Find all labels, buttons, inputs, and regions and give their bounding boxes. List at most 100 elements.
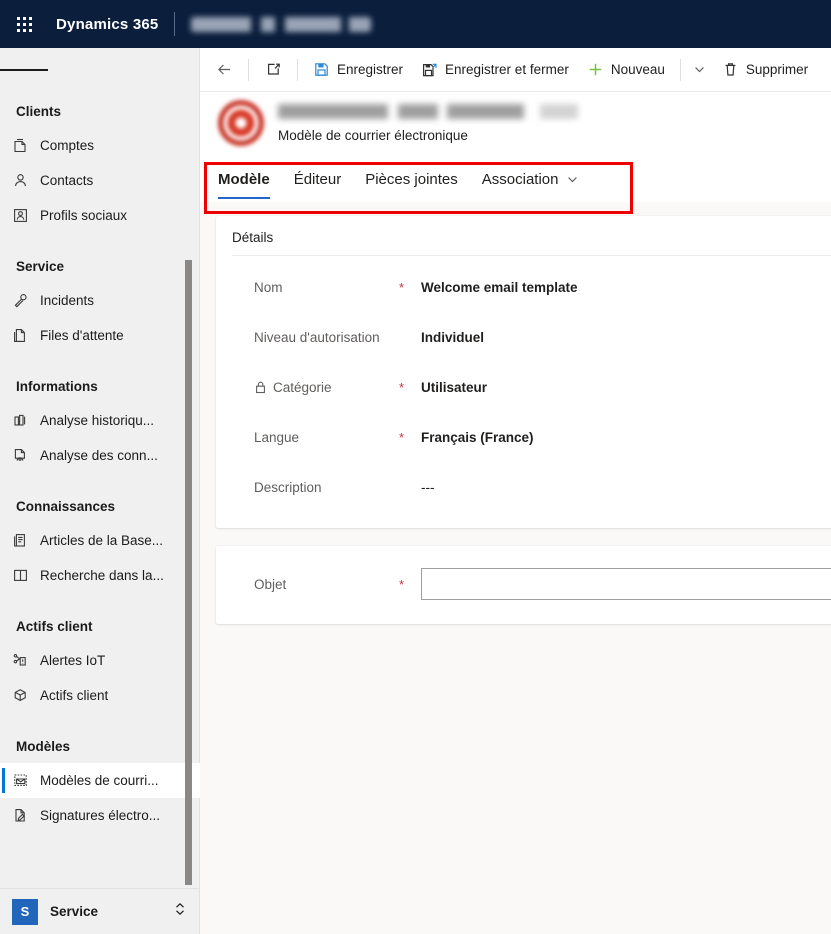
email-template-icon xyxy=(12,772,40,789)
sidebar-item-label: Signatures électro... xyxy=(40,808,160,823)
sidebar-item-analyse-des-connaissances[interactable]: Analyse des conn... xyxy=(0,438,200,473)
up-down-chevron-icon[interactable] xyxy=(173,901,187,922)
plus-icon xyxy=(587,61,604,78)
command-divider xyxy=(248,59,249,81)
field-objet: Objet * xyxy=(216,566,831,602)
field-label: Catégorie xyxy=(273,380,332,395)
sidebar-item-label: Analyse des conn... xyxy=(40,448,158,463)
required-marker: * xyxy=(399,280,421,295)
contact-person-icon xyxy=(12,172,40,189)
record-header: Modèle de courrier électronique xyxy=(200,92,831,154)
sidebar-item-label: Profils sociaux xyxy=(40,208,127,223)
tab-label: Pièces jointes xyxy=(365,171,458,188)
save-and-close-button[interactable]: Enregistrer et fermer xyxy=(412,52,578,88)
sidebar-item-contacts[interactable]: Contacts xyxy=(0,163,200,198)
app-badge: S xyxy=(12,899,38,925)
sidebar-item-actifs-client[interactable]: Actifs client xyxy=(0,678,200,713)
topbar-divider xyxy=(174,12,175,36)
new-button[interactable]: Nouveau xyxy=(578,52,674,88)
sidebar-item-articles-base[interactable]: Articles de la Base... xyxy=(0,523,200,558)
waffle-grid-icon xyxy=(17,17,32,32)
sidebar-item-signatures-electroniques[interactable]: Signatures électro... xyxy=(0,798,200,833)
sidebar: Clients Comptes Contacts xyxy=(0,48,200,934)
field-label: Nom xyxy=(254,280,399,295)
required-marker: * xyxy=(399,430,421,445)
sidebar-item-files-dattente[interactable]: Files d'attente xyxy=(0,318,200,353)
chevron-down-icon[interactable] xyxy=(566,173,579,186)
field-label-wrapper: Catégorie xyxy=(254,380,399,395)
card-divider xyxy=(232,255,831,256)
sidebar-item-label: Contacts xyxy=(40,173,93,188)
sidebar-item-recherche-base[interactable]: Recherche dans la... xyxy=(0,558,200,593)
sidebar-section-clients: Clients xyxy=(0,92,200,128)
sidebar-item-comptes[interactable]: Comptes xyxy=(0,128,200,163)
accounts-icon xyxy=(12,137,40,154)
record-subtitle: Modèle de courrier électronique xyxy=(278,128,578,143)
sidebar-scrollbar-thumb[interactable] xyxy=(185,260,192,885)
sidebar-spacer xyxy=(0,713,200,727)
field-value[interactable]: Individuel xyxy=(421,330,484,345)
sidebar-section-informations: Informations xyxy=(0,367,200,403)
sidebar-item-analyse-historique[interactable]: Analyse historiqu... xyxy=(0,403,200,438)
lock-icon xyxy=(254,380,267,394)
sidebar-item-label: Articles de la Base... xyxy=(40,533,163,548)
sidebar-spacer xyxy=(0,473,200,487)
sidebar-item-label: Files d'attente xyxy=(40,328,124,343)
field-value[interactable]: --- xyxy=(421,480,435,495)
objet-card: Objet * xyxy=(216,546,831,624)
command-divider xyxy=(297,59,298,81)
sidebar-section-service: Service xyxy=(0,247,200,283)
customer-asset-box-icon xyxy=(12,687,40,704)
open-in-new-window-icon[interactable] xyxy=(255,52,291,88)
field-description: Description --- xyxy=(216,462,831,512)
field-niveau-autorisation: Niveau d'autorisation Individuel xyxy=(216,312,831,362)
tab-list: Modèle Éditeur Pièces jointes Associatio… xyxy=(200,154,831,202)
save-floppy-icon xyxy=(313,61,330,78)
queue-document-icon xyxy=(12,327,40,344)
sidebar-item-alertes-iot[interactable]: Alertes IoT xyxy=(0,643,200,678)
sidebar-item-modeles-de-courrier[interactable]: Modèles de courri... xyxy=(0,763,200,798)
field-label: Niveau d'autorisation xyxy=(254,330,399,345)
top-navigation-bar: Dynamics 365 xyxy=(0,0,831,48)
social-profile-icon xyxy=(12,207,40,224)
field-label: Objet xyxy=(254,577,399,592)
tab-association[interactable]: Association xyxy=(482,156,579,202)
tab-bar: Modèle Éditeur Pièces jointes Associatio… xyxy=(200,154,831,202)
chevron-down-icon[interactable] xyxy=(687,52,713,88)
field-value[interactable]: Français (France) xyxy=(421,430,534,445)
back-arrow-icon[interactable] xyxy=(206,52,242,88)
objet-input[interactable] xyxy=(421,568,831,600)
wrench-icon xyxy=(12,292,40,309)
hamburger-icon[interactable] xyxy=(0,48,48,92)
bar-chart-icon xyxy=(12,412,40,429)
tab-label: Association xyxy=(482,171,559,188)
sidebar-item-profils-sociaux[interactable]: Profils sociaux xyxy=(0,198,200,233)
sidebar-item-label: Alertes IoT xyxy=(40,653,105,668)
required-marker: * xyxy=(399,380,421,395)
sidebar-nav-list: Clients Comptes Contacts xyxy=(0,92,200,934)
sidebar-spacer xyxy=(0,593,200,607)
tab-label: Éditeur xyxy=(294,171,342,188)
iot-alert-icon xyxy=(12,652,40,669)
waffle-menu-button[interactable] xyxy=(0,0,48,48)
knowledge-analytics-icon xyxy=(12,447,40,464)
tab-pieces-jointes[interactable]: Pièces jointes xyxy=(365,156,458,202)
app-name-label: Service xyxy=(50,904,173,919)
app-switcher[interactable]: S Service xyxy=(0,888,199,934)
article-pages-icon xyxy=(12,532,40,549)
delete-button[interactable]: Supprimer xyxy=(713,52,817,88)
tab-modele[interactable]: Modèle xyxy=(218,156,270,202)
sidebar-item-incidents[interactable]: Incidents xyxy=(0,283,200,318)
field-value[interactable]: Welcome email template xyxy=(421,280,578,295)
save-and-close-icon xyxy=(421,61,438,78)
record-meta: Modèle de courrier électronique xyxy=(278,104,578,143)
field-langue: Langue * Français (France) xyxy=(216,412,831,462)
field-label: Description xyxy=(254,480,399,495)
sidebar-item-label: Analyse historiqu... xyxy=(40,413,154,428)
save-button[interactable]: Enregistrer xyxy=(304,52,412,88)
delete-button-label: Supprimer xyxy=(746,62,808,77)
trash-icon xyxy=(722,61,739,78)
sidebar-item-label: Incidents xyxy=(40,293,94,308)
tab-editeur[interactable]: Éditeur xyxy=(294,156,342,202)
record-avatar-blurred xyxy=(218,100,264,146)
